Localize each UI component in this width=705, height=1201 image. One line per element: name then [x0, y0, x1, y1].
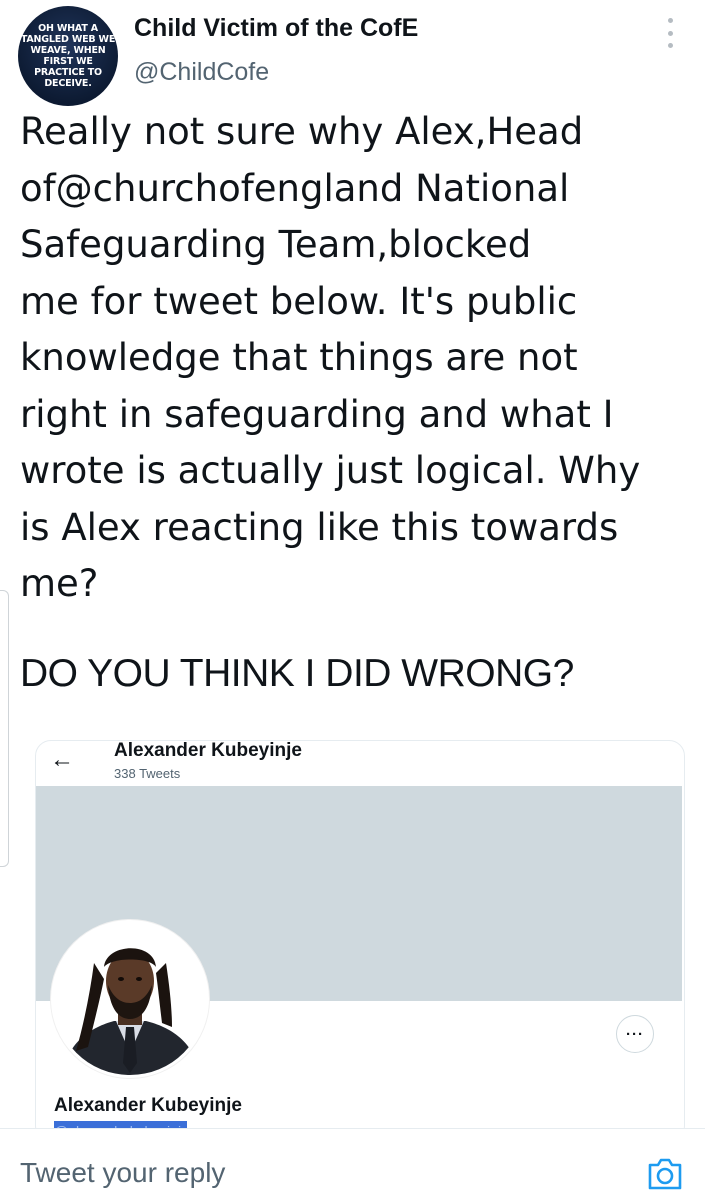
tweet-text: Really not sure why Alex,Head of@churcho…	[20, 110, 641, 605]
more-options-icon[interactable]	[660, 18, 680, 48]
author-display-name[interactable]: Child Victim of the CofE	[134, 14, 418, 43]
reply-bar: Tweet your reply	[0, 1128, 705, 1201]
screenshot-header-name: Alexander Kubeyinje	[114, 740, 302, 761]
screenshot-tweet-count: 338 Tweets	[114, 766, 181, 781]
screenshot-profile-name: Alexander Kubeyinje	[54, 1095, 242, 1116]
more-horizontal-icon: ···	[616, 1015, 654, 1053]
avatar-motto-text: OH WHAT A TANGLED WEB WE WEAVE, WHEN FIR…	[20, 23, 116, 89]
camera-icon[interactable]	[646, 1155, 684, 1193]
author-handle[interactable]: @ChildCofe	[134, 58, 269, 87]
reply-input[interactable]: Tweet your reply	[20, 1157, 225, 1189]
profile-photo	[51, 920, 209, 1078]
arrow-left-icon: ←	[50, 746, 74, 773]
author-avatar[interactable]: OH WHAT A TANGLED WEB WE WEAVE, WHEN FIR…	[18, 6, 118, 106]
side-handle	[0, 590, 9, 867]
tweet-question: DO YOU THINK I DID WRONG?	[20, 652, 574, 695]
